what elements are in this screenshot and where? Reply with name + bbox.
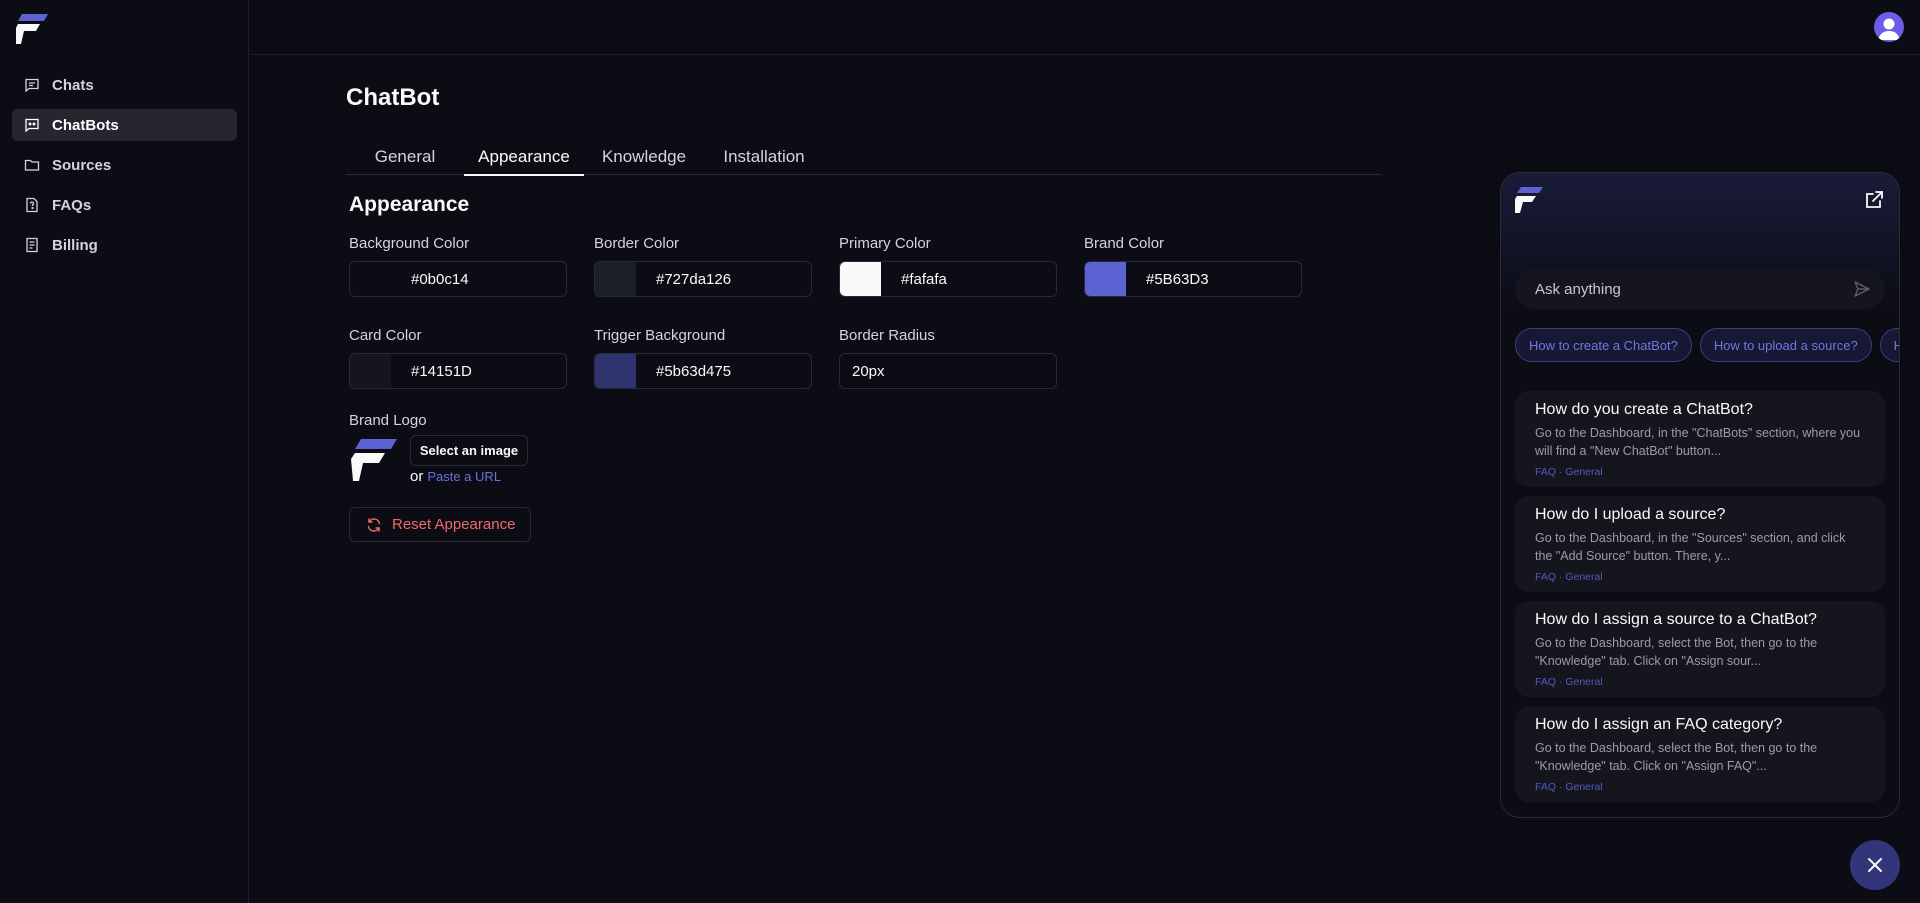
faq-title: How do I assign an FAQ category? <box>1535 716 1783 733</box>
tab-bar: General Appearance Knowledge Installatio… <box>346 138 1381 176</box>
chat-widget-preview: Ask anything How to create a ChatBot? Ho… <box>1500 172 1900 818</box>
file-question-icon <box>26 197 38 213</box>
color-swatch[interactable] <box>350 354 391 388</box>
faq-meta: FAQ · General <box>1535 781 1603 793</box>
color-swatch[interactable] <box>350 262 391 296</box>
faq-meta: FAQ · General <box>1535 466 1603 478</box>
user-silhouette-icon <box>1878 18 1900 40</box>
send-icon[interactable] <box>1853 280 1871 298</box>
color-swatch[interactable] <box>840 262 881 296</box>
bot-message-icon <box>25 118 39 133</box>
sidebar-item-label: FAQs <box>52 196 92 214</box>
faq-meta: FAQ · General <box>1535 571 1603 583</box>
sidebar-item-chats[interactable]: Chats <box>12 69 237 101</box>
field-label: Card Color <box>349 327 422 344</box>
reset-appearance-button[interactable]: Reset Appearance <box>349 507 531 542</box>
tab-installation[interactable]: Installation <box>704 138 824 175</box>
color-value: #5B63D3 <box>1146 270 1209 288</box>
background-color-field: Background Color #0b0c14 <box>349 235 567 297</box>
field-label: Primary Color <box>839 235 931 252</box>
suggestion-chips: How to create a ChatBot? How to upload a… <box>1515 328 1899 362</box>
border-radius-input[interactable]: 20px <box>839 353 1057 389</box>
brand-logo-label: Brand Logo <box>349 412 427 429</box>
faq-title: How do I upload a source? <box>1535 506 1726 523</box>
field-label: Brand Color <box>1084 235 1165 252</box>
refresh-icon <box>367 517 381 532</box>
color-swatch[interactable] <box>595 354 636 388</box>
border-color-input[interactable]: #727da126 <box>594 261 812 297</box>
brand-logo-preview <box>351 439 397 481</box>
paste-url-row: or Paste a URL <box>410 468 501 485</box>
message-square-icon <box>25 78 39 93</box>
color-swatch[interactable] <box>1085 262 1126 296</box>
sidebar-item-label: Chats <box>52 76 94 94</box>
field-label: Trigger Background <box>594 327 726 344</box>
faq-card[interactable]: How do I assign a source to a ChatBot? G… <box>1515 601 1885 697</box>
faq-body: Go to the Dashboard, select the Bot, the… <box>1535 636 1818 668</box>
brand-logo-icon[interactable] <box>16 14 48 44</box>
top-bar <box>250 0 1920 55</box>
faq-card[interactable]: How do I assign an FAQ category? Go to t… <box>1515 706 1885 802</box>
receipt-icon <box>26 237 38 253</box>
color-value: #14151D <box>411 362 472 380</box>
faq-body: Go to the Dashboard, in the "Sources" se… <box>1535 531 1846 563</box>
border-color-field: Border Color #727da126 <box>594 235 812 297</box>
sidebar-item-label: Billing <box>52 236 98 254</box>
color-value: #727da126 <box>656 270 732 288</box>
sidebar-item-billing[interactable]: Billing <box>12 229 237 261</box>
faq-body: Go to the Dashboard, in the "ChatBots" s… <box>1535 426 1861 458</box>
tab-knowledge[interactable]: Knowledge <box>584 138 704 175</box>
faq-body: Go to the Dashboard, select the Bot, the… <box>1535 741 1818 773</box>
color-value: #0b0c14 <box>411 270 469 288</box>
sidebar-nav: Chats ChatBots Sources FAQs Billing <box>12 69 237 269</box>
sidebar-item-faqs[interactable]: FAQs <box>12 189 237 221</box>
select-image-button[interactable]: Select an image <box>410 435 528 466</box>
faq-meta: FAQ · General <box>1535 676 1603 688</box>
folder-icon <box>24 159 40 171</box>
section-title: Appearance <box>349 193 470 216</box>
suggestion-chip[interactable]: How to create a ChatBot? <box>1515 328 1692 362</box>
brand-color-field: Brand Color #5B63D3 <box>1084 235 1302 297</box>
suggestion-chip[interactable]: How do I assign a source? <box>1879 328 1899 362</box>
field-label: Border Color <box>594 235 680 252</box>
color-swatch[interactable] <box>595 262 636 296</box>
card-color-input[interactable]: #14151D <box>349 353 567 389</box>
brand-color-input[interactable]: #5B63D3 <box>1084 261 1302 297</box>
sidebar-item-chatbots[interactable]: ChatBots <box>12 109 237 141</box>
trigger-background-input[interactable]: #5b63d475 <box>594 353 812 389</box>
or-text: or <box>410 468 424 485</box>
faq-title: How do I assign a source to a ChatBot? <box>1535 611 1817 628</box>
user-avatar-icon[interactable] <box>1874 12 1904 42</box>
primary-color-input[interactable]: #fafafa <box>839 261 1057 297</box>
tab-appearance[interactable]: Appearance <box>464 138 584 176</box>
page-title: ChatBot <box>346 84 440 111</box>
widget-close-button[interactable] <box>1850 840 1900 890</box>
widget-brand-logo-icon <box>1515 187 1543 213</box>
faq-card[interactable]: How do you create a ChatBot? Go to the D… <box>1515 391 1885 487</box>
primary-color-field: Primary Color #fafafa <box>839 235 1057 297</box>
ask-input[interactable]: Ask anything <box>1515 269 1885 309</box>
field-label: Background Color <box>349 235 470 252</box>
card-color-field: Card Color #14151D <box>349 327 567 389</box>
tab-general[interactable]: General <box>346 138 464 175</box>
close-icon <box>1868 858 1882 872</box>
background-color-input[interactable]: #0b0c14 <box>349 261 567 297</box>
faq-card[interactable]: How do I upload a source? Go to the Dash… <box>1515 496 1885 592</box>
external-link-icon[interactable] <box>1863 189 1885 211</box>
field-label: Border Radius <box>839 327 935 344</box>
border-radius-field: Border Radius 20px <box>839 327 1057 389</box>
ask-placeholder: Ask anything <box>1535 280 1621 298</box>
paste-url-link[interactable]: Paste a URL <box>427 469 501 484</box>
faq-list: How do you create a ChatBot? Go to the D… <box>1515 391 1885 811</box>
trigger-background-field: Trigger Background #5b63d475 <box>594 327 812 389</box>
sidebar-item-label: Sources <box>52 156 112 174</box>
sidebar: Chats ChatBots Sources FAQs Billing <box>0 0 249 903</box>
color-value: #5b63d475 <box>656 362 732 380</box>
suggestion-chip[interactable]: How to upload a source? <box>1699 328 1872 362</box>
reset-label: Reset Appearance <box>392 516 516 533</box>
sidebar-item-label: ChatBots <box>52 116 119 134</box>
color-value: #fafafa <box>901 270 947 288</box>
faq-title: How do you create a ChatBot? <box>1535 401 1753 418</box>
sidebar-item-sources[interactable]: Sources <box>12 149 237 181</box>
